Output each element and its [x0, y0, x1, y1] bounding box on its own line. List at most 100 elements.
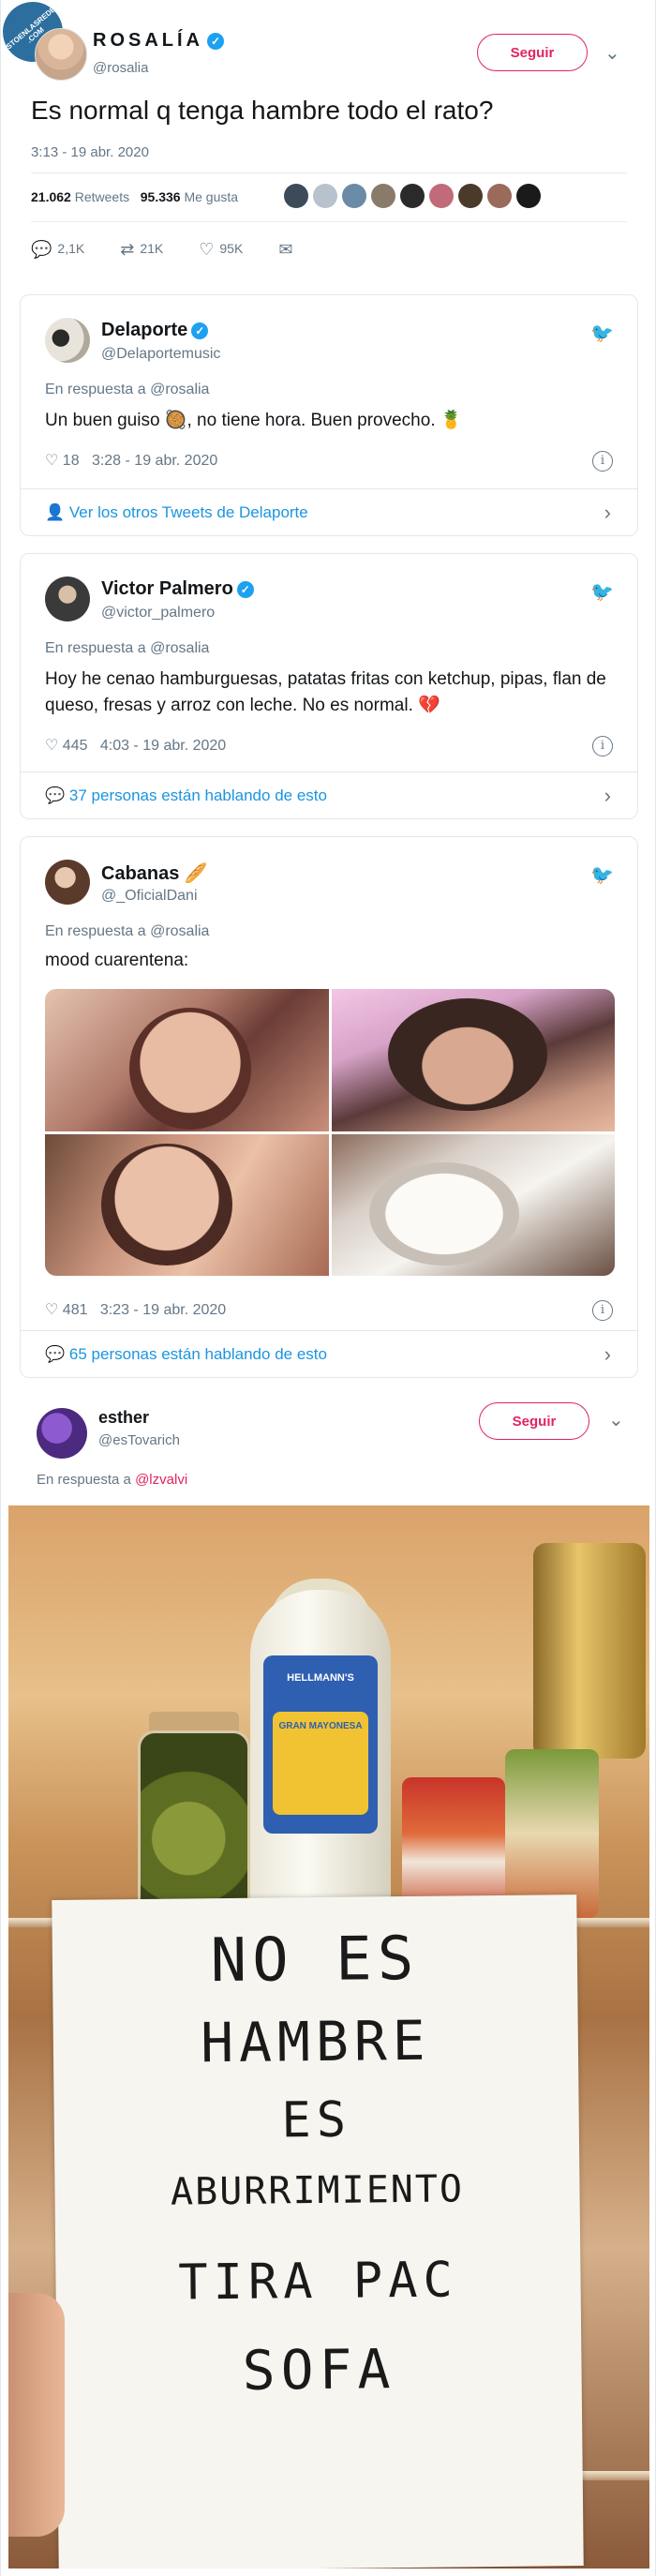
liker-avatar[interactable]	[313, 184, 337, 208]
author-name-text: Victor Palmero	[101, 578, 233, 599]
avatar[interactable]	[37, 1408, 87, 1459]
tweet-timestamp[interactable]: 3:13 - 19 abr. 2020	[31, 144, 149, 160]
footer-label: 👤 Ver los otros Tweets de Delaporte	[45, 503, 308, 522]
like-button[interactable]: ♡ 95K	[199, 240, 243, 260]
divider	[31, 221, 627, 222]
liker-avatar[interactable]	[487, 184, 512, 208]
liker-avatar[interactable]	[429, 184, 454, 208]
twitter-bird-icon[interactable]: 🐦	[590, 580, 614, 603]
fridge-photo[interactable]: HELLMANN'S GRAN MAYONESA NO ES HAMBRE ES…	[8, 1505, 649, 2569]
reply-count: 2,1K	[57, 241, 85, 257]
reply-card[interactable]: Cabanas 🥖 @_OficialDani 🐦 En respuesta a…	[20, 836, 638, 1378]
verified-badge-icon: ✓	[236, 580, 254, 598]
like-count: 18	[62, 453, 80, 469]
divider	[31, 172, 627, 173]
info-icon[interactable]: i	[592, 1300, 613, 1321]
author-name[interactable]: ROSALÍA ✓	[93, 30, 224, 52]
author-name[interactable]: esther	[98, 1408, 149, 1428]
info-icon[interactable]: i	[592, 451, 613, 472]
retweets-label: Retweets	[74, 189, 130, 204]
likes-count[interactable]: 95.336	[141, 189, 181, 204]
in-reply-to[interactable]: En respuesta a @rosalia	[45, 382, 209, 398]
liker-avatar[interactable]	[400, 184, 425, 208]
tweet-timestamp[interactable]: 3:23 - 19 abr. 2020	[100, 1302, 226, 1318]
twitter-bird-icon[interactable]: 🐦	[590, 863, 614, 886]
author-handle[interactable]: @esTovarich	[98, 1432, 180, 1448]
likers-avatars	[284, 184, 541, 208]
verified-badge-icon: ✓	[207, 32, 224, 50]
in-reply-to[interactable]: En respuesta a @rosalia	[45, 923, 209, 940]
tweet-text: Es normal q tenga hambre todo el rato?	[31, 96, 494, 125]
hand	[8, 2293, 65, 2537]
heart-icon[interactable]: ♡	[45, 1302, 58, 1318]
avatar[interactable]	[45, 318, 90, 363]
follow-button[interactable]: Seguir	[477, 34, 588, 71]
envelope-icon: ✉	[278, 240, 293, 259]
tweet-text: Un buen guiso 🥘, no tiene hora. Buen pro…	[45, 411, 463, 430]
retweets-count[interactable]: 21.062	[31, 189, 71, 204]
note-line: SOFA	[242, 2337, 396, 2403]
tweet-photo[interactable]	[331, 989, 615, 1131]
author-handle[interactable]: @victor_palmero	[101, 605, 215, 622]
liker-avatar[interactable]	[284, 184, 308, 208]
note-line: ABURRIMIENTO	[170, 2167, 465, 2214]
author-name[interactable]: Cabanas 🥖	[101, 861, 208, 885]
note-line: HAMBRE	[200, 2008, 431, 2075]
chevron-down-icon[interactable]: ⌄	[608, 1408, 624, 1431]
footer-label: 💬 65 personas están hablando de esto	[45, 1345, 327, 1364]
tweet-photo[interactable]	[45, 989, 329, 1131]
avatar[interactable]	[45, 860, 90, 905]
avatar[interactable]	[45, 577, 90, 622]
chevron-down-icon[interactable]: ⌄	[604, 41, 620, 65]
card-footer-link[interactable]: 💬 65 personas están hablando de esto ›	[21, 1330, 637, 1377]
retweet-button[interactable]: ⇄ 21K	[120, 240, 163, 260]
author-name-text: ROSALÍA	[93, 30, 203, 51]
card-footer-link[interactable]: 💬 37 personas están hablando de esto ›	[21, 771, 637, 818]
note-line: NO ES	[210, 1924, 420, 1997]
follow-button[interactable]: Seguir	[479, 1402, 589, 1440]
liker-avatar[interactable]	[342, 184, 366, 208]
author-name[interactable]: Victor Palmero ✓	[101, 578, 254, 600]
footer-label: 💬 37 personas están hablando de esto	[45, 786, 327, 805]
liker-avatar[interactable]	[458, 184, 483, 208]
tweet-timestamp[interactable]: 3:28 - 19 abr. 2020	[92, 453, 217, 469]
tweet-thread-screenshot: VISTOENLASREDES .COM ROSALÍA ✓ @rosalia S…	[0, 0, 656, 2576]
author-handle[interactable]: @_OficialDani	[101, 888, 198, 905]
retweet-icon: ⇄	[120, 240, 135, 259]
heart-icon[interactable]: ♡	[45, 453, 58, 469]
dm-button[interactable]: ✉	[278, 240, 298, 260]
likes-label: Me gusta	[184, 189, 239, 204]
person-icon: 👤	[45, 503, 66, 521]
reply-button[interactable]: 💬 2,1K	[31, 240, 84, 260]
author-name-text: Delaporte	[101, 320, 188, 340]
reply-card[interactable]: Delaporte ✓ @Delaportemusic 🐦 En respuest…	[20, 294, 638, 536]
like-count: 445	[62, 738, 88, 754]
retweet-count: 21K	[140, 241, 164, 257]
tweet-photo[interactable]	[331, 1133, 615, 1276]
author-name[interactable]: Delaporte ✓	[101, 320, 209, 341]
mention-link[interactable]: @lzvalvi	[135, 1472, 187, 1488]
photo-grid	[45, 989, 615, 1276]
info-icon[interactable]: i	[592, 736, 613, 756]
heart-icon[interactable]: ♡	[45, 738, 58, 754]
tweet-timestamp[interactable]: 4:03 - 19 abr. 2020	[100, 738, 226, 754]
speech-bubble-icon: 💬	[45, 1345, 66, 1363]
author-handle[interactable]: @rosalia	[93, 60, 148, 76]
tweet-text: mood cuarentena:	[45, 951, 189, 970]
reply-card[interactable]: Victor Palmero ✓ @victor_palmero 🐦 En res…	[20, 553, 638, 819]
avatar[interactable]	[35, 28, 87, 81]
liker-avatar[interactable]	[371, 184, 395, 208]
chevron-right-icon: ›	[604, 1342, 611, 1366]
reply-icon: 💬	[31, 240, 52, 259]
main-tweet: ROSALÍA ✓ @rosalia Seguir ⌄ Es normal q t…	[1, 0, 656, 281]
speech-bubble-icon: 💬	[45, 786, 66, 804]
mayo-brand: HELLMANN'S	[287, 1672, 354, 1684]
liker-avatar[interactable]	[516, 184, 541, 208]
author-handle[interactable]: @Delaportemusic	[101, 346, 220, 363]
in-reply-to[interactable]: En respuesta a @rosalia	[45, 640, 209, 657]
twitter-bird-icon[interactable]: 🐦	[590, 322, 614, 344]
tweet-photo[interactable]	[45, 1133, 329, 1276]
card-footer-link[interactable]: 👤 Ver los otros Tweets de Delaporte ›	[21, 488, 637, 535]
tweet-meta: ♡ 445 4:03 - 19 abr. 2020	[45, 736, 226, 755]
heart-icon: ♡	[199, 240, 215, 259]
